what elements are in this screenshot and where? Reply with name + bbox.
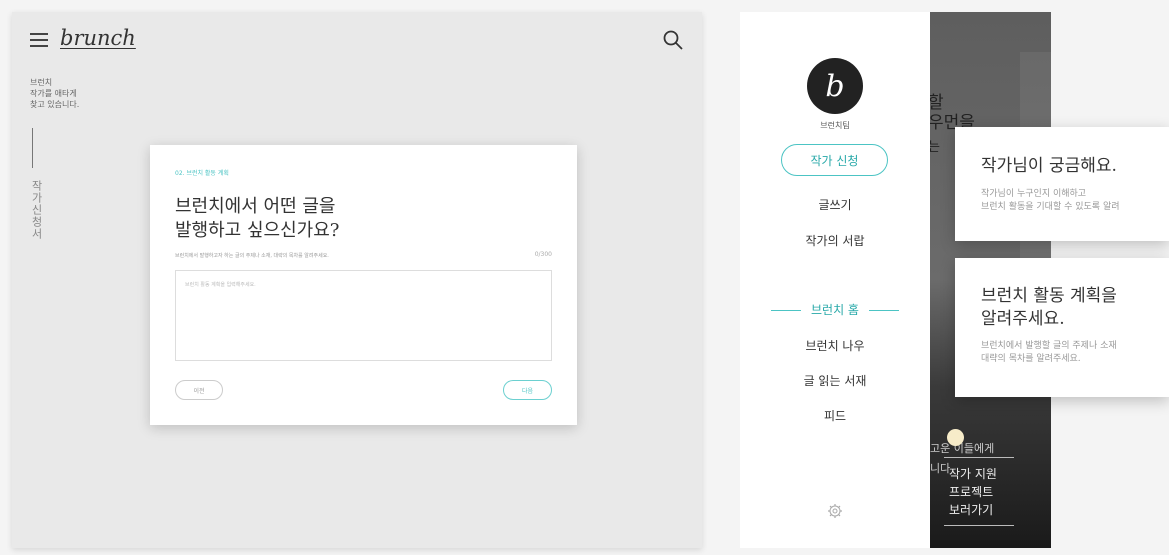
menu-item-home-label: 브런치 홈 bbox=[811, 303, 859, 317]
link-bottom-line bbox=[944, 525, 1014, 526]
vertical-title: 작가신청서 bbox=[30, 180, 43, 240]
next-button[interactable]: 다음 bbox=[503, 380, 552, 400]
question-title: 브런치에서 어떤 글을 발행하고 싶으신가요? bbox=[175, 196, 340, 241]
intro-card-desc: 작가님이 누구인지 이해하고 브런치 활동을 기대할 수 있도록 알려 bbox=[981, 189, 1120, 212]
char-count: 0/300 bbox=[534, 251, 552, 258]
application-modal: 02. 브런치 활동 계획 브런치에서 어떤 글을 발행하고 싶으신가요? 브런… bbox=[150, 145, 577, 425]
dash-left bbox=[771, 310, 801, 311]
menu-item-home[interactable]: 브런치 홈 bbox=[740, 301, 930, 318]
menu-item-write[interactable]: 글쓰기 bbox=[740, 196, 930, 213]
gear-icon[interactable] bbox=[827, 503, 843, 519]
intro-card[interactable]: 작가님이 궁금해요. 작가님이 누구인지 이해하고 브런치 활동을 기대할 수 … bbox=[955, 127, 1169, 241]
menu-item-now[interactable]: 브런치 나우 bbox=[740, 337, 930, 354]
menu-item-library[interactable]: 글 읽는 서재 bbox=[740, 372, 930, 389]
plan-card-title: 브런치 활동 계획을 알려주세요. bbox=[981, 286, 1117, 329]
tagline: 브런치 작가를 애타게 찾고 있습니다. bbox=[30, 78, 80, 109]
divider bbox=[32, 128, 33, 168]
step-label: 02. 브런치 활동 계획 bbox=[175, 170, 229, 177]
menu-item-feed[interactable]: 피드 bbox=[740, 407, 930, 424]
plan-textarea[interactable]: 브런치 활동 계획을 입력해주세요. bbox=[175, 270, 552, 361]
question-hint: 브런치에서 발행하고자 하는 글의 주제나 소재, 대략의 목차를 알려주세요. bbox=[175, 253, 329, 259]
plan-card[interactable]: 브런치 활동 계획을 알려주세요. 브런치에서 발행할 글의 주제나 소재 대략… bbox=[955, 258, 1169, 397]
profile-avatar[interactable]: b bbox=[807, 58, 863, 114]
link-top-line bbox=[944, 457, 1014, 458]
menu-icon[interactable] bbox=[30, 33, 48, 47]
project-link[interactable]: 작가 지원 프로젝트 보러가기 bbox=[949, 465, 1029, 519]
left-screen: brunch 브런치 작가를 애타게 찾고 있습니다. 작가신청서 02. 브런… bbox=[12, 12, 702, 548]
side-menu: b 브런치팀 작가 신청 글쓰기 작가의 서랍 브런치 홈 브런치 나우 글 읽… bbox=[740, 12, 930, 548]
search-icon[interactable] bbox=[662, 29, 684, 51]
plan-card-desc: 브런치에서 발행할 글의 주제나 소재 대략의 목차를 알려주세요. bbox=[981, 341, 1117, 364]
light-dot bbox=[947, 429, 964, 446]
dash-right bbox=[868, 310, 899, 311]
intro-card-title: 작가님이 궁금해요. bbox=[981, 156, 1117, 176]
profile-name: 브런치팀 bbox=[820, 121, 850, 130]
prev-button[interactable]: 이전 bbox=[175, 380, 223, 400]
background-bottom-text-2: 니다 bbox=[930, 462, 951, 475]
brunch-logo[interactable]: brunch bbox=[60, 26, 136, 50]
menu-item-drawer[interactable]: 작가의 서랍 bbox=[740, 232, 930, 249]
apply-author-button[interactable]: 작가 신청 bbox=[781, 144, 888, 176]
